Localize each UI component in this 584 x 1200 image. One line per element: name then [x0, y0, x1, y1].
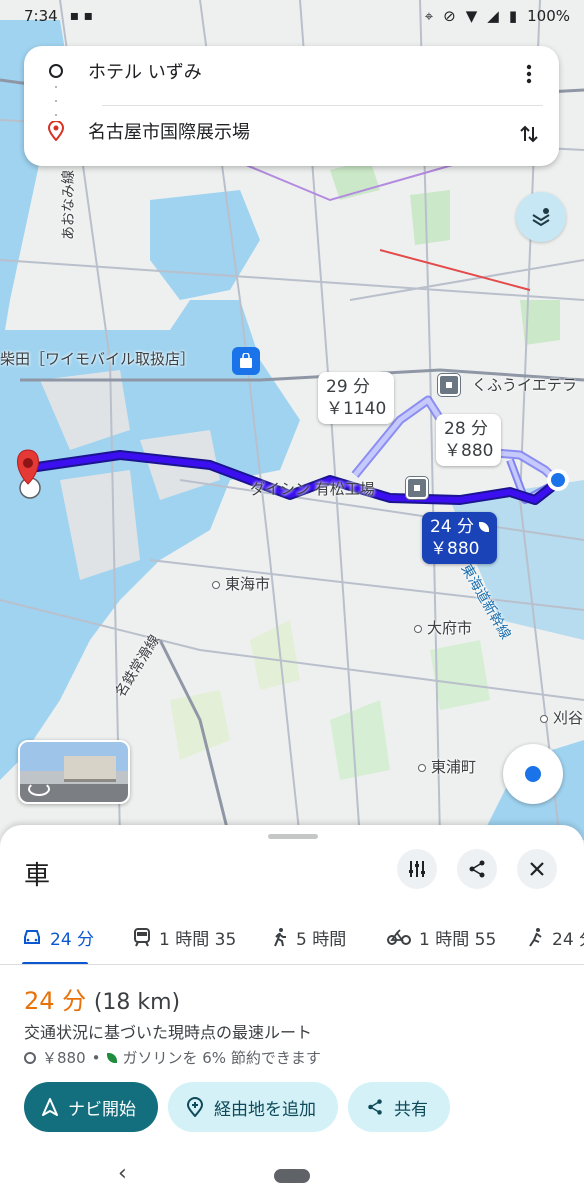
navigation-arrow-icon: [42, 1098, 58, 1116]
route-chip-alt-1[interactable]: 29 分 ￥1140: [318, 372, 395, 424]
route-alt-1-time: 29 分: [326, 377, 371, 397]
route-alt-2-fare: ￥880: [444, 441, 494, 461]
map-label-higashiura: 東浦町: [418, 756, 476, 777]
system-nav-bar: ‹: [0, 1155, 584, 1200]
share-icon: [368, 1099, 382, 1115]
share-icon: [469, 860, 485, 878]
route-main-time: 24 分: [430, 517, 475, 537]
battery-percent: 100%: [527, 7, 570, 25]
destination-text: 名古屋市国際展示場: [88, 122, 250, 143]
close-icon: [530, 862, 544, 876]
tab-walk-label: 5 時間: [296, 929, 347, 950]
shopping-bag-icon[interactable]: [232, 347, 260, 375]
eco-leaf-icon: [479, 522, 490, 532]
start-navigation-button[interactable]: ナビ開始: [24, 1082, 158, 1132]
route-main-fare: ￥880: [430, 539, 480, 559]
car-icon: [24, 930, 40, 944]
route-options-button[interactable]: [397, 849, 437, 889]
swap-button[interactable]: [513, 118, 545, 150]
route-chip-main[interactable]: 24 分 ￥880: [422, 512, 498, 564]
status-time: 7:34: [24, 7, 58, 25]
battery-icon: ▮: [508, 7, 518, 25]
rotate-360-icon: [28, 782, 50, 796]
route-chip-alt-2[interactable]: 28 分 ￥880: [436, 414, 502, 466]
dnd-icon: ⊘: [443, 7, 456, 25]
bike-icon: [387, 929, 411, 945]
tab-drive-label: 24 分: [50, 929, 95, 950]
tab-rideshare[interactable]: 24 分: [528, 909, 584, 964]
my-location-icon: [525, 766, 541, 782]
travel-mode-tabs: 24 分 1 時間 35 5 時間 1 時間 55 24: [0, 909, 584, 965]
route-meta: ￥880 • ガソリンを 6% 節約できます: [24, 1047, 321, 1068]
place-marker-icon[interactable]: [406, 477, 428, 499]
active-tab-indicator: [22, 962, 88, 964]
layers-button[interactable]: [516, 192, 566, 242]
status-bar: 7:34 ▪ ▪ ⌖ ⊘ ▼ ◢ ▮ 100%: [0, 0, 584, 32]
swap-vert-icon: [520, 125, 538, 143]
tune-icon: [409, 861, 425, 877]
route-description: 交通状況に基づいた現時点の最速ルート: [24, 1023, 313, 1042]
more-options-button[interactable]: [513, 58, 545, 90]
travel-mode-title: 車: [24, 861, 51, 891]
ride-icon: [529, 928, 542, 947]
tab-drive[interactable]: 24 分: [22, 909, 95, 964]
action-buttons: ナビ開始 経由地を追加 共有: [24, 1082, 450, 1132]
close-button[interactable]: [517, 849, 557, 889]
directions-sheet: 車 24 分 1 時間 35 5 時間 1 時間 55 24 24 分 (18 …: [0, 825, 584, 1200]
origin-text: ホテル いずみ: [88, 62, 202, 83]
toll-amount: ￥880: [42, 1049, 86, 1067]
street-view-thumbnail[interactable]: [18, 740, 130, 804]
tab-transit-label: 1 時間 35: [159, 929, 237, 950]
map-label-kufuu[interactable]: くふうイエテラ: [472, 374, 577, 395]
map-label-kariya: 刈谷: [540, 707, 583, 728]
gmaps-notification-icon: ▪ ▪: [69, 8, 94, 24]
origin-field[interactable]: ホテル いずみ: [24, 46, 559, 96]
map-label-obu: 大府市: [414, 617, 472, 638]
fuel-saving-text: ガソリンを 6% 節約できます: [122, 1049, 321, 1067]
add-stop-label: 経由地を追加: [214, 1099, 316, 1120]
tab-transit[interactable]: 1 時間 35: [133, 909, 237, 964]
origin-circle-icon: [49, 64, 63, 78]
signal-icon: ◢: [487, 7, 499, 25]
tab-bicycle[interactable]: 1 時間 55: [387, 909, 497, 964]
street-view-building: [64, 756, 116, 782]
more-vert-icon: [526, 64, 532, 84]
route-distance: (18 km): [93, 990, 181, 1015]
route-duration: 24 分: [24, 987, 87, 1015]
sheet-drag-handle[interactable]: [268, 834, 318, 839]
wifi-icon: ▼: [465, 7, 478, 25]
tab-bicycle-label: 1 時間 55: [419, 929, 497, 950]
home-pill[interactable]: [274, 1169, 310, 1183]
tab-walk[interactable]: 5 時間: [272, 909, 347, 964]
route-summary: 24 分 (18 km): [24, 981, 180, 1016]
map-view[interactable]: 7:34 ▪ ▪ ⌖ ⊘ ▼ ◢ ▮ 100% ホテル いずみ 名古屋市国際展示…: [0, 0, 584, 840]
toll-icon: [24, 1051, 36, 1064]
place-marker-icon[interactable]: [438, 374, 460, 396]
share-route-button[interactable]: [457, 849, 497, 889]
add-location-icon: [186, 1097, 204, 1117]
location-status-icon: ⌖: [424, 7, 434, 25]
walk-icon: [274, 928, 286, 947]
route-alt-1-fare: ￥1140: [326, 399, 387, 419]
directions-search-card: ホテル いずみ 名古屋市国際展示場: [24, 46, 559, 166]
train-icon: [134, 928, 150, 947]
layers-icon: [532, 208, 550, 227]
eco-leaf-icon: [106, 1052, 117, 1063]
share-button[interactable]: 共有: [348, 1082, 450, 1132]
map-label-daishin[interactable]: ダイシン 有松工場: [250, 478, 375, 499]
destination-pin-icon: [48, 121, 64, 141]
tab-rideshare-label: 24 分: [552, 929, 584, 950]
meta-separator: •: [91, 1048, 101, 1067]
destination-field[interactable]: 名古屋市国際展示場: [24, 106, 559, 156]
map-label-shibata[interactable]: 柴田［ワイモバイル取扱店］: [0, 348, 195, 369]
start-navigation-label: ナビ開始: [68, 1099, 136, 1120]
map-label-aonami: あおなみ線: [61, 170, 77, 240]
my-location-button[interactable]: [503, 744, 563, 804]
route-alt-2-time: 28 分: [444, 419, 489, 439]
back-chevron-icon[interactable]: ‹: [118, 1161, 127, 1186]
add-stop-button[interactable]: 経由地を追加: [168, 1082, 338, 1132]
map-label-tokai: 東海市: [212, 573, 270, 594]
share-label: 共有: [394, 1099, 428, 1120]
